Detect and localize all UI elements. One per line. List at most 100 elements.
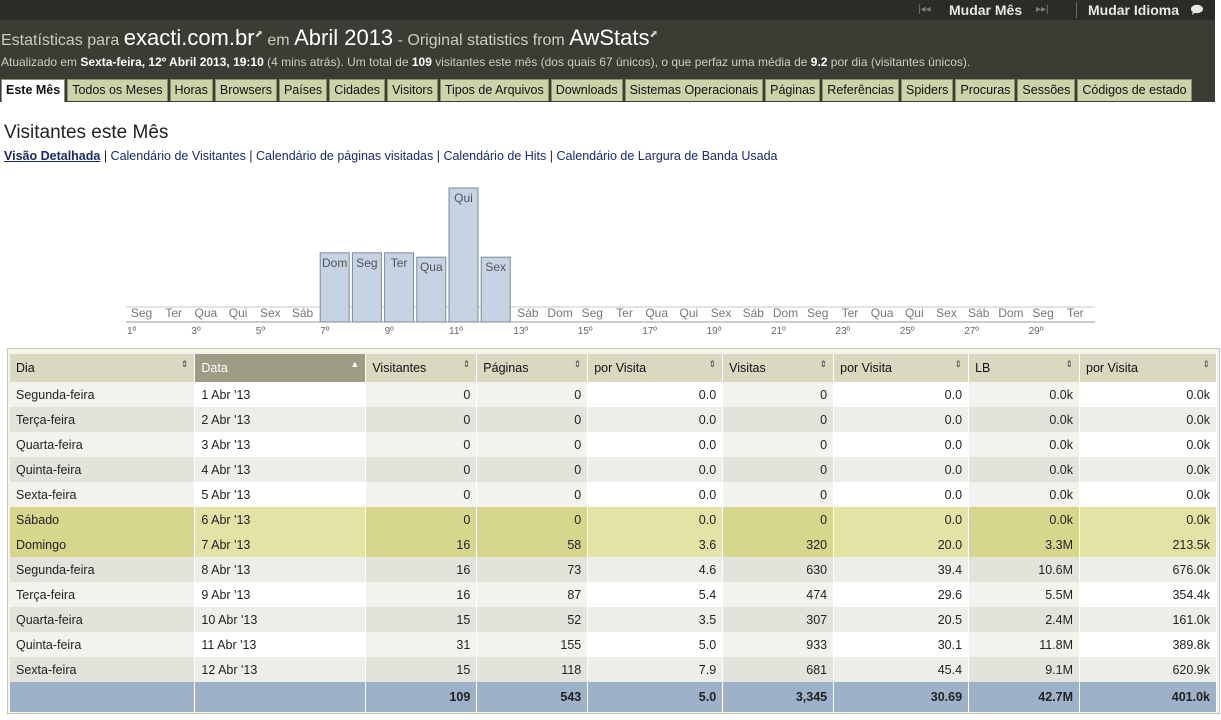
chart-date-tick: 29º (1029, 326, 1044, 337)
cell-visits: 0 (722, 482, 835, 507)
tab-todos-os-meses[interactable]: Todos os Meses (67, 79, 168, 101)
cell-day: Terça-feira (10, 582, 196, 607)
chart-date-tick: 17º (642, 326, 657, 337)
daily-stats-table: Dia ⇕ Data ▲ Visitantes ⇕ Páginas ⇕ por Visita ⇕ V… (7, 348, 1220, 714)
tab-paginas[interactable]: Páginas (765, 79, 821, 101)
sort-icon[interactable]: ⇕ (1065, 360, 1073, 369)
column-header[interactable]: por Visita ⇕ (1079, 354, 1217, 382)
column-header[interactable]: por Visita ⇕ (833, 354, 970, 382)
cell-vpv: 39.4 (833, 557, 970, 582)
hits-calendar-link[interactable]: Calendário de Hits (443, 149, 546, 163)
tab-browsers[interactable]: Browsers (214, 79, 277, 101)
column-header[interactable]: Páginas ⇕ (476, 354, 589, 382)
sort-icon[interactable]: ⇕ (1202, 360, 1210, 369)
cell-bw: 3.3M (968, 532, 1081, 557)
site-name-link[interactable]: exacti.com.br (124, 25, 255, 50)
chart-day-label: Ter (1067, 306, 1084, 320)
cell-bw: 0.0k (968, 482, 1081, 507)
first-month-icon[interactable]: |◂◂ (918, 0, 931, 20)
tab-paises[interactable]: Países (278, 79, 328, 101)
cell-visits: 933 (722, 632, 835, 657)
tab-procuras[interactable]: Procuras (955, 79, 1016, 101)
cell-ppv: 0.0 (587, 382, 724, 407)
cell-date: 11 Abr '13 (194, 632, 367, 657)
tab-downloads[interactable]: Downloads (550, 79, 623, 101)
sort-icon[interactable]: ⇕ (574, 360, 582, 369)
column-header-label: Data (201, 361, 228, 375)
pages-calendar-link[interactable]: Calendário de páginas visitadas (256, 149, 433, 163)
page-title: Visitantes este Mês (4, 122, 169, 143)
total-cell (194, 682, 367, 712)
daily-visitors-chart: Seg Ter Qua Qui Sex Sáb Dom Seg Ter Qua Qui Sex Sáb D… (126, 187, 1095, 337)
chart-day-label: Qui (905, 306, 924, 320)
chart-day-label: Sex (936, 306, 957, 320)
awstats-link[interactable]: AwStats (569, 25, 649, 50)
cell-date: 4 Abr '13 (194, 457, 367, 482)
chart-day-label: Ter (165, 306, 182, 320)
total-cell: 42.7M (968, 682, 1081, 712)
change-month-button[interactable]: Mudar Mês (949, 0, 1022, 20)
cell-day: Sábado (10, 507, 196, 532)
sort-icon[interactable]: ⇕ (820, 360, 828, 369)
column-header[interactable]: Visitantes ⇕ (365, 354, 478, 382)
cell-day: Quinta-feira (10, 457, 196, 482)
bandwidth-calendar-link[interactable]: Calendário de Largura de Banda Usada (556, 149, 777, 163)
column-header[interactable]: Visitas ⇕ (722, 354, 835, 382)
sort-icon[interactable]: ⇕ (463, 360, 471, 369)
column-header[interactable]: por Visita ⇕ (587, 354, 724, 382)
chart-day-label: Seg (1032, 306, 1053, 320)
cell-pages: 118 (476, 657, 589, 682)
tab-sistemas-operacionais[interactable]: Sistemas Operacionais (624, 79, 764, 101)
cell-bw: 10.6M (968, 557, 1081, 582)
sort-ascending-icon[interactable]: ▲ (350, 360, 359, 369)
tab-spiders[interactable]: Spiders (901, 79, 954, 101)
detailed-view-link[interactable]: Visão Detalhada (4, 149, 100, 163)
total-cell: 109 (365, 682, 478, 712)
period-label: Abril 2013 (294, 25, 394, 50)
external-link-icon[interactable]: ⬈ (255, 29, 263, 40)
tab-referencias[interactable]: Referências (822, 79, 899, 101)
tab-visitors[interactable]: Visitors (387, 79, 438, 101)
updated-date: Sexta-feira, 12º Abril 2013, 19:10 (80, 55, 264, 69)
tab-este-mes[interactable]: Este Mês (1, 79, 66, 102)
cell-bw: 5.5M (968, 582, 1081, 607)
tab-sessoes[interactable]: Sessões (1017, 79, 1076, 101)
cell-ppv: 4.6 (587, 557, 724, 582)
cell-ppv: 0.0 (587, 482, 724, 507)
sort-icon[interactable]: ⇕ (181, 360, 189, 369)
updated-ago: (4 mins atrás). (267, 55, 344, 69)
total-cell: 3,345 (722, 682, 835, 712)
sort-icon[interactable]: ⇕ (955, 360, 963, 369)
chart-day-label: Sáb (968, 306, 990, 320)
external-link-icon[interactable]: ⬈ (650, 29, 658, 40)
original-stats-label: Original statistics from (407, 32, 565, 49)
chart-bar-label: Dom (322, 256, 347, 270)
tab-cidades[interactable]: Cidades (329, 79, 386, 101)
column-header[interactable]: LB ⇕ (968, 354, 1081, 382)
column-header[interactable]: Data ▲ (194, 354, 367, 382)
tab-horas[interactable]: Horas (169, 79, 213, 101)
cell-date: 6 Abr '13 (194, 507, 367, 532)
cell-bpv: 0.0k (1079, 407, 1217, 432)
cell-ppv: 5.4 (587, 582, 724, 607)
cell-visits: 630 (722, 557, 835, 582)
cell-vpv: 45.4 (833, 657, 970, 682)
last-month-icon[interactable]: ▸▸| (1036, 0, 1049, 20)
tab-tipos-de-arquivos[interactable]: Tipos de Arquivos (439, 79, 549, 101)
sort-icon[interactable]: ⇕ (709, 360, 717, 369)
summary-text-c: por dia (visitantes únicos). (830, 55, 971, 69)
cell-date: 12 Abr '13 (194, 657, 367, 682)
visitors-calendar-link[interactable]: Calendário de Visitantes (111, 149, 246, 163)
cell-pages: 87 (476, 582, 589, 607)
tab-codigos-de-estado[interactable]: Códigos de estado (1077, 79, 1192, 101)
change-language-button[interactable]: Mudar Idioma (1088, 0, 1179, 20)
cell-visits: 0 (722, 507, 835, 532)
cell-day: Segunda-feira (10, 382, 196, 407)
app-header: |◂◂ Mudar Mês ▸▸| Mudar Idioma Estatísti… (0, 0, 1215, 102)
heading-dash: - (393, 32, 408, 49)
column-header[interactable]: Dia ⇕ (10, 354, 196, 382)
chat-bubble-icon[interactable] (1190, 4, 1204, 24)
cell-bpv: 0.0k (1079, 382, 1217, 407)
view-links: Visão Detalhada | Calendário de Visitant… (4, 149, 777, 163)
cell-bpv: 676.0k (1079, 557, 1217, 582)
